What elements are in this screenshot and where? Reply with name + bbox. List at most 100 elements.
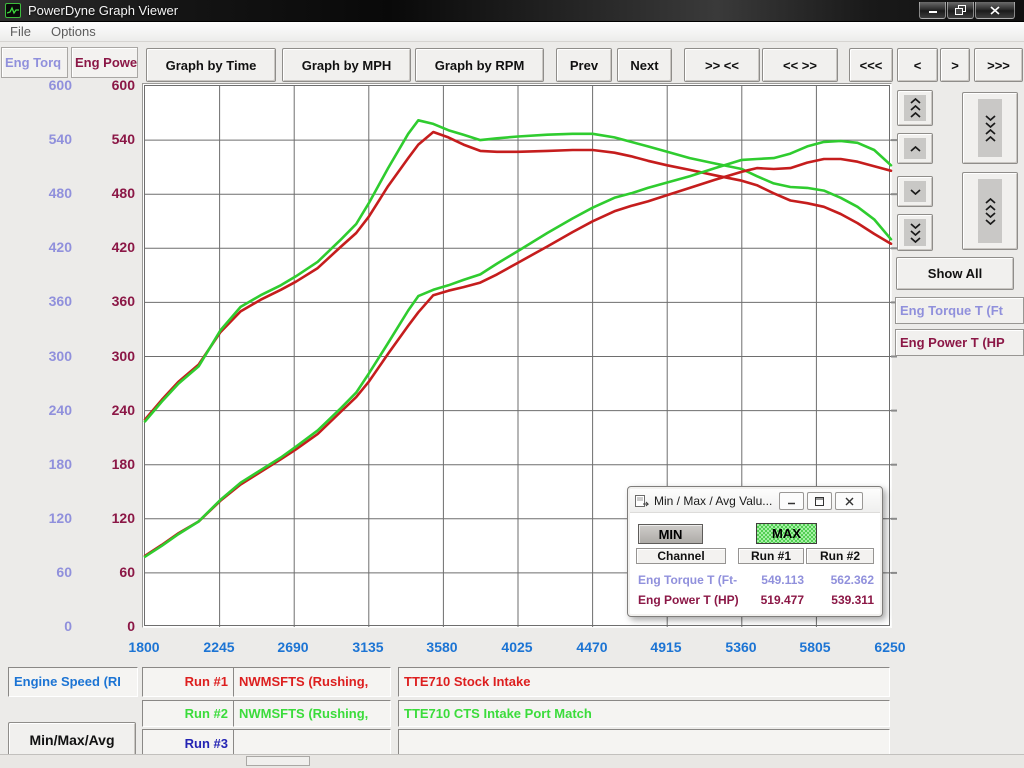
minmax-row-0-run2-value: 562.362 — [806, 573, 874, 587]
y-tick-right-240: 240 — [89, 402, 135, 418]
minmax-titlebar[interactable]: Min / Max / Avg Valu... — [630, 489, 880, 513]
app-icon — [5, 3, 21, 18]
torque-channel-text: Eng Torque T (Ft — [900, 303, 1003, 318]
run-file-text: NWMSFTS (Rushing, — [234, 701, 390, 726]
x-tick-3135: 3135 — [338, 639, 398, 655]
y-tick-left-360: 360 — [26, 293, 72, 309]
tall-chevron-expand-vertical-button[interactable] — [962, 172, 1018, 250]
chevron-triple-down-icon — [904, 219, 926, 246]
min-toggle-label: MIN — [659, 527, 683, 542]
y-tick-left-180: 180 — [26, 456, 72, 472]
prev-button[interactable]: Prev — [556, 48, 612, 82]
tab-eng-torq[interactable]: Eng Torq — [1, 47, 68, 78]
status-grip[interactable] — [246, 756, 310, 766]
menu-item-file[interactable]: File — [0, 24, 41, 39]
menu-item-options[interactable]: Options — [41, 24, 106, 39]
minmax-row-channel-1: Eng Power T (HP) — [638, 593, 748, 607]
window-title: PowerDyne Graph Viewer — [28, 3, 178, 18]
y-tick-right-360: 360 — [89, 293, 135, 309]
x-tick-4470: 4470 — [562, 639, 622, 655]
y-tick-right-480: 480 — [89, 185, 135, 201]
maximize-button[interactable] — [947, 2, 974, 19]
scroll-left-button[interactable]: < — [897, 48, 938, 82]
spin-chevron-triple-up-button[interactable] — [897, 90, 933, 126]
max-toggle-button[interactable]: MAX — [756, 523, 817, 544]
y-tick-left-300: 300 — [26, 348, 72, 364]
menu-bar: FileOptions — [0, 22, 1024, 42]
y-tick-right-120: 120 — [89, 510, 135, 526]
y-tick-right-420: 420 — [89, 239, 135, 255]
power-channel-text: Eng Power T (HP — [900, 335, 1005, 350]
minmax-window-icon — [635, 495, 649, 507]
run-file-box-2[interactable]: NWMSFTS (Rushing, — [233, 700, 391, 727]
run-label-text: Run #2 — [143, 701, 233, 726]
y-tick-right-60: 60 — [89, 564, 135, 580]
tab-eng-powe[interactable]: Eng Powe — [71, 47, 138, 78]
graph-by-time-button[interactable]: Graph by Time — [146, 48, 276, 82]
x-tick-6250: 6250 — [860, 639, 920, 655]
minmax-row-0-run1-value: 549.113 — [738, 573, 804, 587]
run-desc-text: TTE710 Stock Intake — [399, 668, 889, 696]
y-tick-left-540: 540 — [26, 131, 72, 147]
title-bar[interactable]: PowerDyne Graph Viewer — [0, 0, 1024, 22]
x-tick-2690: 2690 — [263, 639, 323, 655]
run-file-text: NWMSFTS (Rushing, — [234, 668, 390, 696]
tall-chevron-collapse-vertical-button[interactable] — [962, 92, 1018, 164]
x-tick-5805: 5805 — [785, 639, 845, 655]
chevron-expand-vertical-icon — [978, 179, 1002, 243]
show-all-label: Show All — [928, 266, 982, 281]
channel-label-power[interactable]: Eng Power T (HP — [895, 329, 1024, 356]
minmax-window: Min / Max / Avg Valu... MIN MAX Channel R… — [627, 486, 883, 617]
spin-chevron-down-button[interactable] — [897, 176, 933, 207]
y-tick-left-480: 480 — [26, 185, 72, 201]
run-label-box-1: Run #1 — [142, 667, 234, 697]
next-button[interactable]: Next — [617, 48, 672, 82]
minmax-minimize-button[interactable] — [779, 492, 804, 510]
scroll-far-right-button[interactable]: >>> — [974, 48, 1023, 82]
minmax-row-1-run1-value: 519.477 — [738, 593, 804, 607]
zoom-in-button[interactable]: >> << — [684, 48, 760, 82]
run-label-text: Run #3 — [143, 730, 233, 757]
chevron-triple-up-icon — [904, 95, 926, 121]
graph-by-rpm-button[interactable]: Graph by RPM — [415, 48, 544, 82]
run-desc-box-2[interactable]: TTE710 CTS Intake Port Match — [398, 700, 890, 727]
chevron-collapse-vertical-icon — [978, 99, 1002, 157]
show-all-button[interactable]: Show All — [896, 257, 1014, 290]
graph-by-mph-button[interactable]: Graph by MPH — [282, 48, 411, 82]
y-tick-left-120: 120 — [26, 510, 72, 526]
spin-chevron-up-button[interactable] — [897, 133, 933, 164]
y-tick-right-600: 600 — [89, 77, 135, 93]
minimize-button[interactable] — [919, 2, 946, 19]
min-max-avg-label: Min/Max/Avg — [29, 732, 114, 748]
zoom-out-button[interactable]: << >> — [762, 48, 838, 82]
max-toggle-label: MAX — [772, 526, 801, 541]
run-label-box-2: Run #2 — [142, 700, 234, 727]
minmax-close-button[interactable] — [835, 492, 863, 510]
minmax-column-channel[interactable]: Channel — [636, 548, 726, 564]
scroll-far-left-button[interactable]: <<< — [849, 48, 893, 82]
status-bar — [0, 754, 1024, 768]
y-tick-right-0: 0 — [89, 618, 135, 634]
y-tick-left-600: 600 — [26, 77, 72, 93]
run-desc-box-1[interactable]: TTE710 Stock Intake — [398, 667, 890, 697]
x-tick-2245: 2245 — [189, 639, 249, 655]
min-toggle-button[interactable]: MIN — [638, 524, 703, 544]
chevron-up-icon — [904, 138, 926, 159]
minmax-restore-button[interactable] — [807, 492, 832, 510]
channel-label-torque[interactable]: Eng Torque T (Ft — [895, 297, 1024, 324]
x-channel-box[interactable]: Engine Speed (RI — [8, 667, 138, 697]
run-file-box-1[interactable]: NWMSFTS (Rushing, — [233, 667, 391, 697]
spin-chevron-triple-down-button[interactable] — [897, 214, 933, 251]
minmax-column-run-1[interactable]: Run #1 — [738, 548, 804, 564]
x-tick-1800: 1800 — [114, 639, 174, 655]
close-button[interactable] — [975, 2, 1015, 19]
y-tick-left-240: 240 — [26, 402, 72, 418]
minmax-row-channel-0: Eng Torque T (Ft- — [638, 573, 748, 587]
min-max-avg-button[interactable]: Min/Max/Avg — [8, 722, 136, 758]
scroll-right-button[interactable]: > — [940, 48, 970, 82]
chevron-down-icon — [904, 181, 926, 202]
minmax-column-run-2[interactable]: Run #2 — [806, 548, 874, 564]
minmax-row-1-run2-value: 539.311 — [806, 593, 874, 607]
minmax-window-title: Min / Max / Avg Valu... — [654, 494, 772, 508]
y-tick-left-0: 0 — [26, 618, 72, 634]
